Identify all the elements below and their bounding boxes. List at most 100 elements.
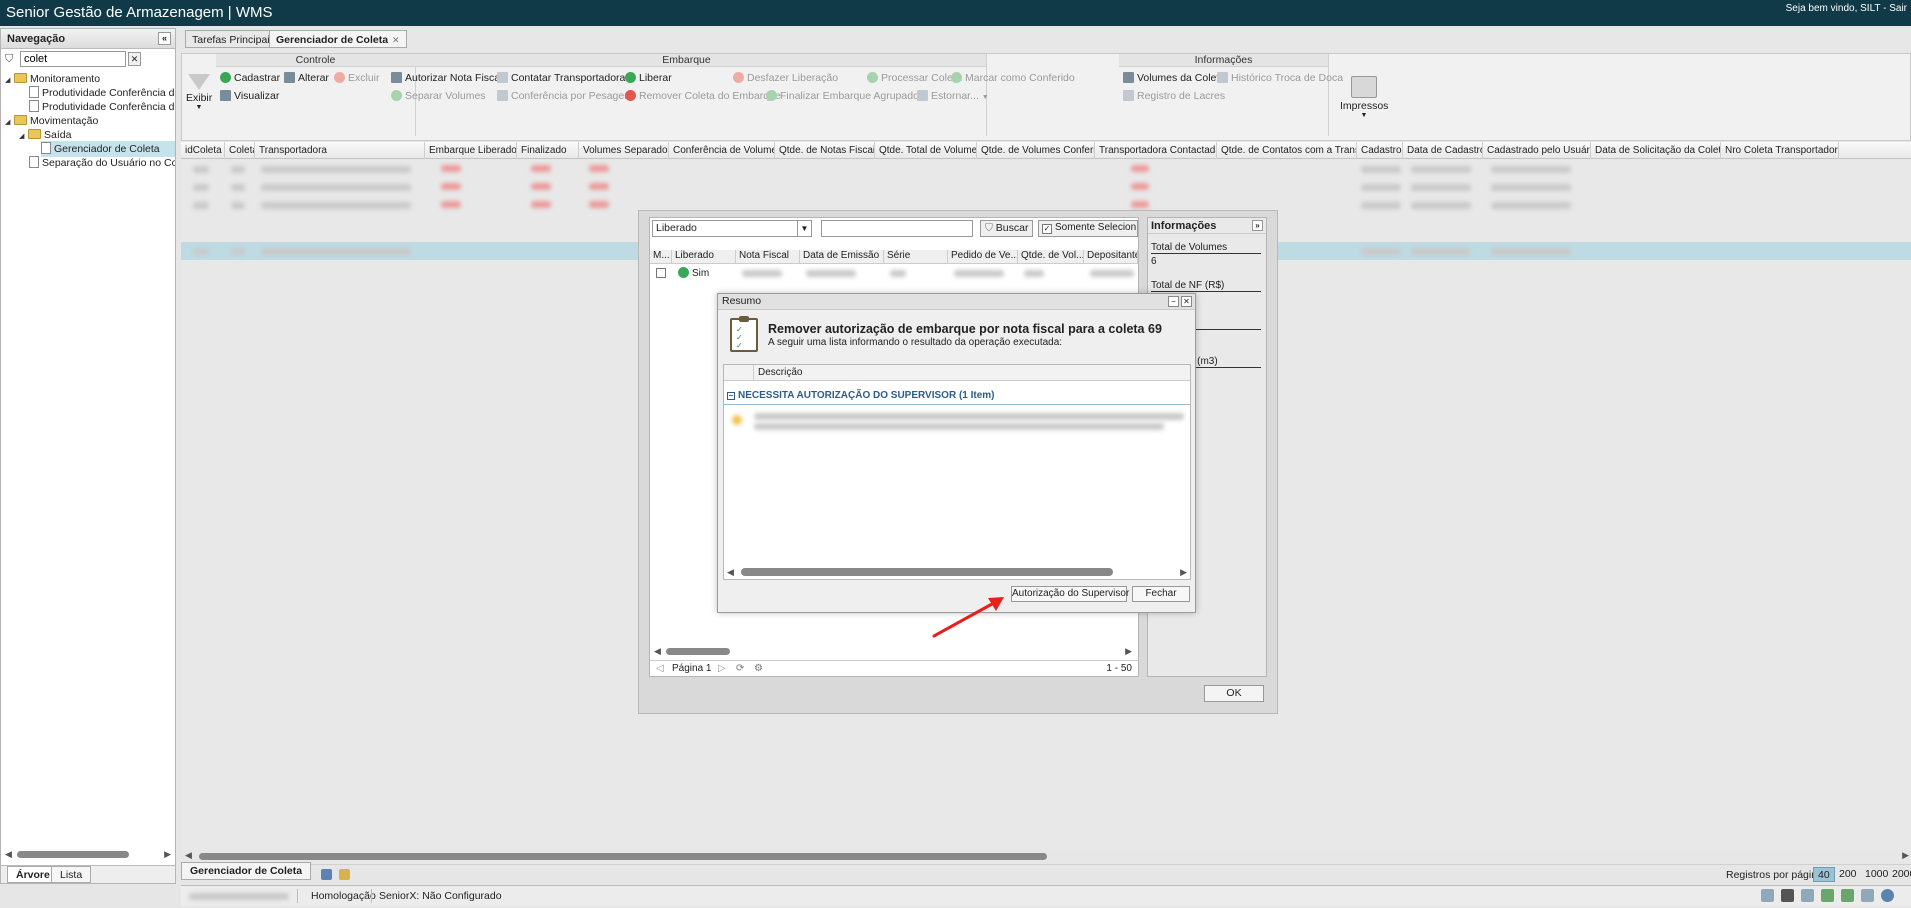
truck-icon[interactable] (1801, 889, 1814, 902)
column-header[interactable]: Transportadora (255, 142, 425, 159)
conferencia-pesagem-button[interactable]: Conferência por Pesagem (497, 88, 633, 104)
column-header[interactable]: Embarque Liberado (425, 142, 517, 159)
notes-search-input[interactable] (821, 220, 973, 237)
chevron-down-icon[interactable]: ▼ (797, 221, 811, 236)
tab-lista[interactable]: Lista (51, 866, 92, 883)
column-header[interactable]: Cadastrado pelo Usuário (1483, 142, 1591, 159)
row-checkbox[interactable] (656, 268, 666, 278)
processar-coleta-button[interactable]: Processar Coleta (867, 70, 962, 86)
settings-icon[interactable] (1781, 889, 1794, 902)
expand-arrow-icon[interactable]: ◢ (5, 73, 14, 89)
collapse-group-icon[interactable]: − (727, 392, 735, 400)
registro-lacres-button[interactable]: Registro de Lacres (1123, 88, 1225, 104)
column-header[interactable]: Descrição (758, 367, 802, 378)
scroll-right-icon[interactable]: ▶ (1125, 646, 1132, 657)
exibir-button[interactable]: Exibir ▼ (186, 74, 212, 111)
column-header[interactable]: Qtde. de Notas Fiscais (775, 142, 875, 159)
marcar-conferido-button[interactable]: Marcar como Conferido (951, 70, 1075, 86)
close-icon[interactable]: ✕ (1181, 296, 1192, 307)
column-header[interactable]: Data de Solicitação da Coleta (1591, 142, 1721, 159)
alterar-button[interactable]: Alterar (284, 70, 329, 86)
info-icon[interactable] (1881, 889, 1894, 902)
settings-icon[interactable]: ⚙ (754, 663, 763, 674)
tree-item-separacao-usuario[interactable]: Separação do Usuário no Coletor (29, 155, 175, 171)
column-header[interactable]: Qtde. de Vol... (1018, 250, 1084, 264)
checkbox[interactable]: ✓ (1042, 224, 1052, 234)
scroll-right-icon[interactable]: ▶ (1180, 567, 1187, 578)
scrollbar-thumb[interactable] (199, 853, 1047, 860)
column-header[interactable]: idColeta (181, 142, 225, 159)
column-header[interactable]: Série (884, 250, 948, 264)
cadastrar-button[interactable]: Cadastrar (220, 70, 280, 86)
table-row[interactable] (181, 178, 1911, 196)
navigation-search-input[interactable] (20, 51, 126, 67)
bottom-tab-gerenciador-coleta[interactable]: Gerenciador de Coleta (181, 862, 312, 880)
network-icon[interactable] (1821, 889, 1834, 902)
column-header[interactable]: Pedido de Ve... (948, 250, 1018, 264)
volumes-coleta-button[interactable]: Volumes da Coleta (1123, 70, 1225, 86)
refresh-icon[interactable]: ⟳ (736, 663, 744, 674)
table-row[interactable]: Sim (650, 265, 1138, 281)
estornar-button[interactable]: Estornar... ▼ (917, 88, 989, 104)
clear-filter-icon[interactable] (339, 869, 350, 880)
contatar-transportadora-button[interactable]: Contatar Transportadora (497, 70, 625, 86)
previous-page-icon[interactable]: ◁ (656, 663, 664, 674)
clear-search-icon[interactable]: ✕ (128, 52, 141, 66)
autorizacao-supervisor-button[interactable]: Autorização do Supervisor (1011, 586, 1129, 602)
column-header[interactable]: Data de Cadastro (1403, 142, 1483, 159)
status-select[interactable]: Liberado ▼ (652, 220, 812, 237)
tab-tarefas-principais[interactable]: Tarefas Principais (185, 30, 282, 48)
result-list-scrollbar[interactable]: ◀ ▶ (727, 567, 1187, 577)
table-row[interactable] (181, 160, 1911, 178)
scrollbar-thumb[interactable] (666, 648, 730, 655)
scroll-left-icon[interactable]: ◀ (5, 849, 12, 860)
expand-icon[interactable]: » (1252, 220, 1263, 231)
window-icon[interactable] (1761, 889, 1774, 902)
scrollbar-thumb[interactable] (17, 851, 129, 858)
liberar-button[interactable]: Liberar (625, 70, 672, 86)
column-header[interactable]: Nota Fiscal (736, 250, 800, 264)
column-header[interactable]: Volumes Separados (579, 142, 669, 159)
page-size-200[interactable]: 200 (1835, 867, 1861, 882)
column-header[interactable]: Depositante (1084, 250, 1138, 264)
desfazer-liberacao-button[interactable]: Desfazer Liberação (733, 70, 838, 86)
scrollbar-thumb[interactable] (741, 568, 1113, 576)
column-header[interactable]: Liberado (672, 250, 736, 264)
column-header[interactable]: Qtde. de Contatos com a Transportad... (1217, 142, 1357, 159)
historico-troca-doca-button[interactable]: Histórico Troca de Doca (1217, 70, 1343, 86)
impressos-button[interactable]: Impressos ▼ (1340, 76, 1388, 119)
notes-grid-scrollbar[interactable]: ◀ ▶ (654, 646, 1132, 656)
expand-arrow-icon[interactable]: ◢ (5, 115, 14, 131)
tab-gerenciador-coleta[interactable]: Gerenciador de Coleta ✕ (269, 30, 407, 48)
next-page-icon[interactable]: ▷ (718, 663, 726, 674)
scroll-left-icon[interactable]: ◀ (727, 567, 734, 578)
scroll-left-icon[interactable]: ◀ (654, 646, 661, 657)
column-header[interactable]: Coleta (225, 142, 255, 159)
ok-button[interactable]: OK (1204, 685, 1264, 702)
column-header[interactable]: M... (650, 250, 672, 264)
scroll-right-icon[interactable]: ▶ (164, 849, 171, 860)
column-header[interactable]: Qtde. de Volumes Conferidos (977, 142, 1095, 159)
column-header[interactable]: Data de Emissão (800, 250, 884, 264)
somente-selecionados-toggle[interactable]: ✓ Somente Selecion... (1038, 220, 1138, 237)
scroll-left-icon[interactable]: ◀ (185, 850, 192, 861)
column-header[interactable]: Conferência de Volume (669, 142, 775, 159)
excluir-button[interactable]: Excluir (334, 70, 380, 86)
buscar-button[interactable]: ⛉ Buscar (980, 220, 1034, 237)
minimize-icon[interactable]: − (1168, 296, 1179, 307)
column-header[interactable]: Qtde. Total de Volumes (875, 142, 977, 159)
column-header[interactable]: Transportadora Contactada (1095, 142, 1217, 159)
finalizar-embarque-button[interactable]: Finalizar Embarque Agrupado (766, 88, 919, 104)
result-group[interactable]: − NECESSITA AUTORIZAÇÃO DO SUPERVISOR (1 … (727, 390, 995, 401)
page-size-2000[interactable]: 2000 (1888, 867, 1911, 882)
close-tab-icon[interactable]: ✕ (392, 35, 400, 45)
page-size-40[interactable]: 40 (1813, 867, 1835, 882)
scroll-right-icon[interactable]: ▶ (1902, 850, 1909, 861)
globe-icon[interactable] (1841, 889, 1854, 902)
column-header[interactable]: Cadastro (1357, 142, 1403, 159)
grid-horizontal-scrollbar[interactable]: ◀ ▶ (181, 850, 1911, 862)
column-header[interactable]: Finalizado (517, 142, 579, 159)
separar-volumes-button[interactable]: Separar Volumes (391, 88, 486, 104)
fechar-button[interactable]: Fechar (1132, 586, 1190, 602)
visualizar-button[interactable]: Visualizar (220, 88, 279, 104)
